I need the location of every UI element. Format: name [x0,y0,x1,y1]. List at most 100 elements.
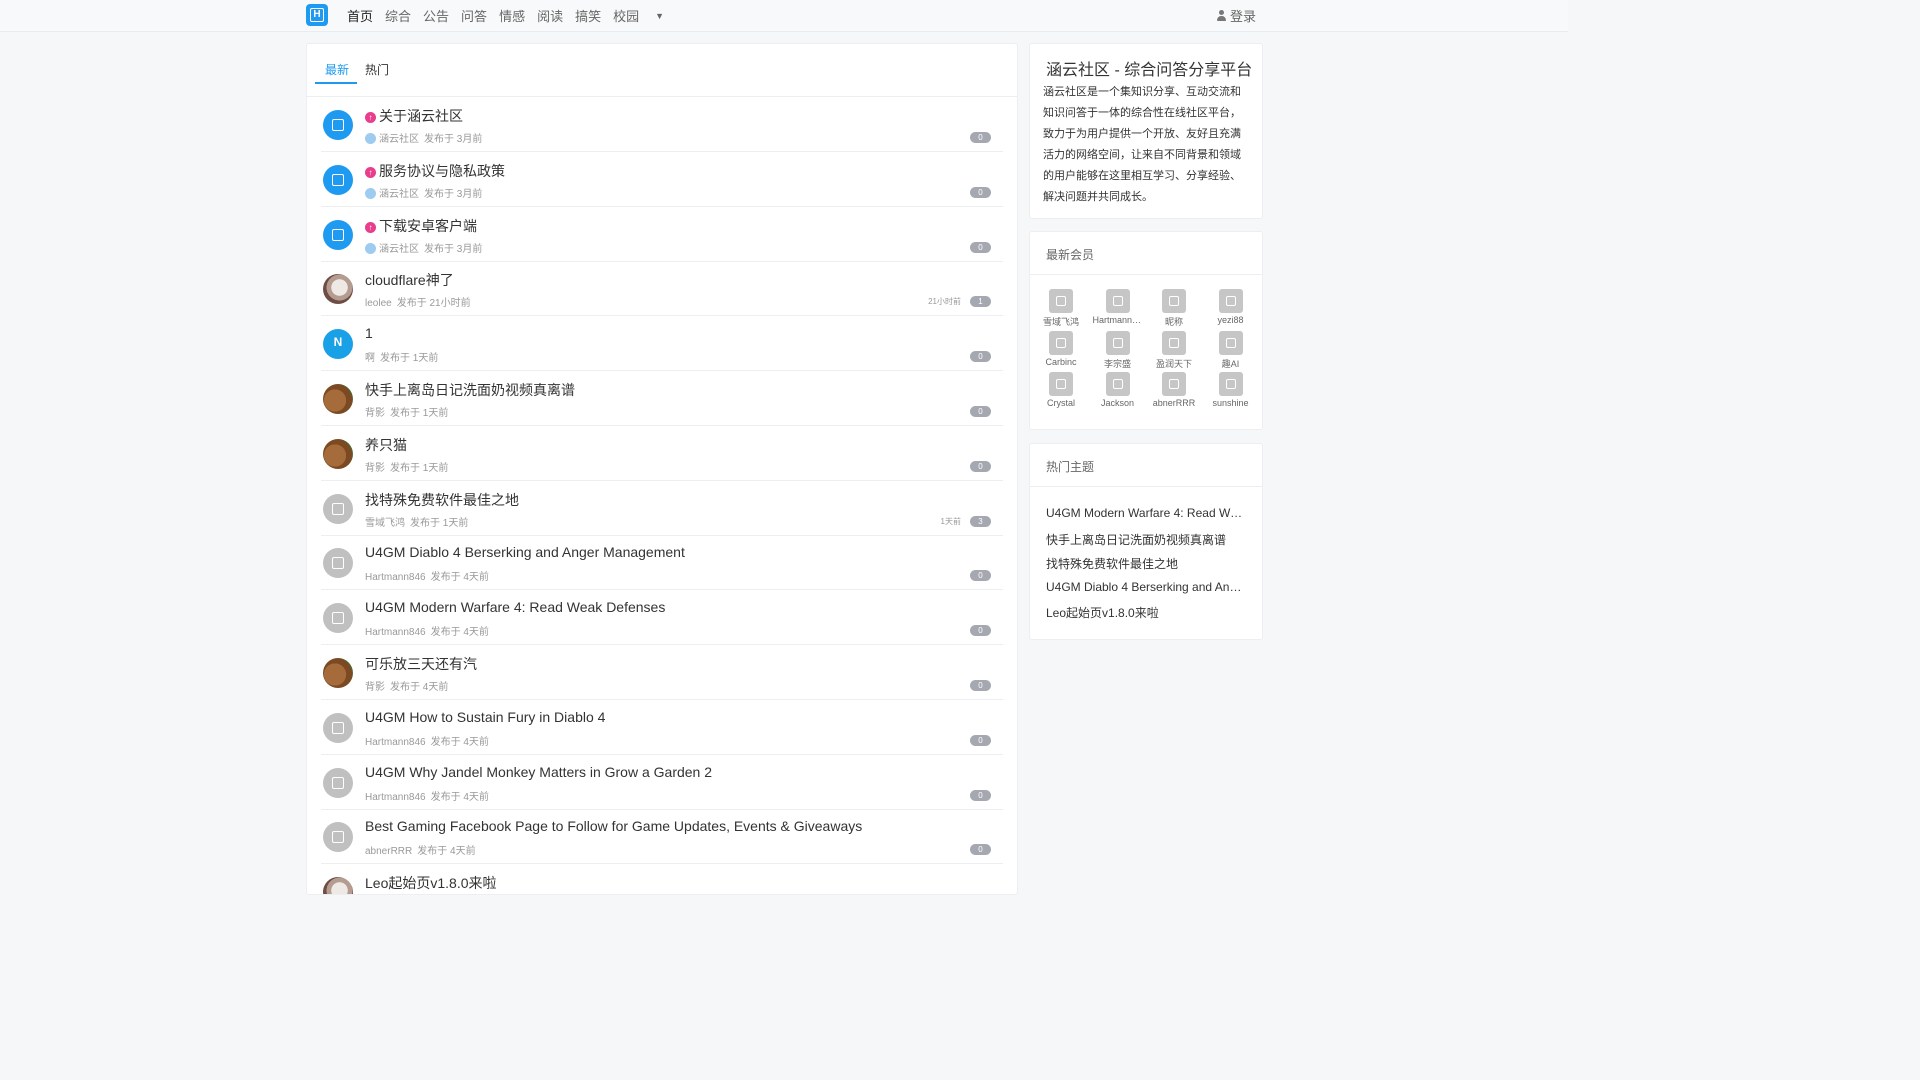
topic-title-text[interactable]: U4GM Diablo 4 Berserking and Anger Manag… [365,544,685,560]
member-item[interactable]: 昵称 [1149,289,1199,327]
hot-topic-link[interactable]: U4GM Modern Warfare 4: Read Weak Defense… [1046,506,1246,520]
member-item[interactable]: yezi88 [1206,289,1256,327]
hot-topic-link[interactable]: Leo起始页v1.8.0来啦 [1046,604,1246,621]
topic-title[interactable]: Best Gaming Facebook Page to Follow for … [365,818,862,834]
author-avatar[interactable] [323,219,353,250]
member-item[interactable]: Crystal [1036,372,1086,410]
topic-title-text[interactable]: 找特殊免费软件最佳之地 [365,492,519,508]
topic-title[interactable]: U4GM Modern Warfare 4: Read Weak Defense… [365,599,665,615]
topic-title-text[interactable]: 养只猫 [365,437,407,453]
topic-row[interactable]: ↑ 下载安卓客户端 涵云社区 发布于 3月前 0 [321,207,1003,262]
nav-reading[interactable]: 阅读 [537,6,563,25]
author-avatar[interactable] [323,274,353,305]
member-item[interactable]: sunshine [1206,372,1256,410]
topic-row[interactable]: cloudflare神了 leolee 发布于 21小时前 21小时前 1 [321,261,1003,317]
topic-row[interactable]: 快手上离岛日记洗面奶视频真离谱 背影 发布于 1天前 0 [321,371,1003,426]
author-name[interactable]: 背影 [365,463,385,474]
member-item[interactable]: 趣AI [1206,330,1256,369]
topic-title-text[interactable]: 可乐放三天还有汽 [365,656,477,672]
tab-hot[interactable]: 热门 [365,61,389,78]
author-avatar[interactable] [323,603,353,634]
member-item[interactable]: 雪域飞鸿 [1036,289,1086,327]
author-name[interactable]: Hartmann846 [365,792,426,803]
topic-title-text[interactable]: U4GM Modern Warfare 4: Read Weak Defense… [365,599,665,615]
topic-row[interactable]: U4GM Why Jandel Monkey Matters in Grow a… [321,755,1003,810]
member-item[interactable]: Jackson [1093,372,1143,410]
nav-announcements[interactable]: 公告 [423,6,449,25]
author-name[interactable]: 背影 [365,682,385,693]
topic-row[interactable]: U4GM How to Sustain Fury in Diablo 4 Hart… [321,700,1003,755]
author-avatar[interactable] [323,712,353,743]
hot-topic-link[interactable]: U4GM Diablo 4 Berserking and Anger Manag… [1046,580,1246,594]
author-avatar[interactable] [323,384,353,414]
topic-row[interactable]: ↑ 服务协议与隐私政策 涵云社区 发布于 3月前 0 [321,152,1003,207]
topic-title[interactable]: U4GM How to Sustain Fury in Diablo 4 [365,709,605,725]
nav-campus[interactable]: 校园 [613,6,639,25]
topic-row[interactable]: U4GM Diablo 4 Berserking and Anger Manag… [321,535,1003,591]
topic-row[interactable]: 可乐放三天还有汽 背影 发布于 4天前 0 [321,645,1003,700]
author-avatar[interactable] [323,164,353,195]
nav-home[interactable]: 首页 [347,6,373,25]
topic-title-text[interactable]: 关于涵云社区 [379,108,463,124]
author-avatar[interactable] [323,438,353,469]
author-avatar[interactable] [323,658,353,688]
topic-title-text[interactable]: cloudflare神了 [365,272,454,288]
author-name[interactable]: Hartmann846 [365,572,426,583]
author-avatar[interactable] [323,822,353,853]
topic-row[interactable]: 找特殊免费软件最佳之地 雪域飞鸿 发布于 1天前 1天前 3 [321,481,1003,536]
hot-topic-link[interactable]: 快手上离岛日记洗面奶视频真离谱 [1046,531,1246,548]
topic-title[interactable]: 快手上离岛日记洗面奶视频真离谱 [365,380,575,400]
topic-title-text[interactable]: U4GM How to Sustain Fury in Diablo 4 [365,709,605,725]
member-item[interactable]: abnerRRR [1149,372,1199,410]
topic-title[interactable]: Leo起始页v1.8.0来啦 [365,873,497,893]
author-name[interactable]: Hartmann846 [365,737,426,748]
site-logo-icon[interactable]: H [306,4,328,26]
author-avatar[interactable] [323,548,353,579]
topic-title-text[interactable]: Best Gaming Facebook Page to Follow for … [365,818,862,834]
topic-title[interactable]: 养只猫 [365,435,407,455]
topic-row[interactable]: U4GM Modern Warfare 4: Read Weak Defense… [321,590,1003,646]
author-name[interactable]: 涵云社区 [379,189,419,200]
more-dropdown-icon[interactable]: ▼ [655,11,664,21]
topic-title[interactable]: cloudflare神了 [365,270,454,290]
member-item[interactable]: Hartmann846 [1093,289,1143,327]
author-avatar[interactable] [323,493,353,524]
author-avatar[interactable]: N [323,329,353,360]
topic-title[interactable]: ↑ 服务协议与隐私政策 [365,161,505,181]
topic-title-text[interactable]: 下载安卓客户端 [379,218,477,234]
topic-title-text[interactable]: 服务协议与隐私政策 [379,163,505,179]
topic-title-text[interactable]: Leo起始页v1.8.0来啦 [365,875,497,891]
nav-general[interactable]: 综合 [385,6,411,25]
author-avatar[interactable] [323,767,353,798]
member-item[interactable]: Carbinc [1036,330,1086,369]
author-name[interactable]: Hartmann846 [365,627,426,638]
nav-qa[interactable]: 问答 [461,6,487,25]
topic-title[interactable]: ↑ 下载安卓客户端 [365,216,477,236]
topic-row[interactable]: Best Gaming Facebook Page to Follow for … [321,809,1003,865]
topic-title-text[interactable]: 1 [365,325,373,341]
topic-title[interactable]: 找特殊免费软件最佳之地 [365,490,519,510]
topic-title[interactable]: 1 [365,325,373,341]
author-avatar[interactable] [323,877,353,894]
topic-title-text[interactable]: 快手上离岛日记洗面奶视频真离谱 [365,382,575,398]
author-name[interactable]: leolee [365,298,392,309]
member-item[interactable]: 盈润天下 [1149,330,1199,369]
topic-title[interactable]: 可乐放三天还有汽 [365,654,477,674]
hot-topic-link[interactable]: 找特殊免费软件最佳之地 [1046,555,1246,572]
nav-funny[interactable]: 搞笑 [575,6,601,25]
tab-latest[interactable]: 最新 [325,61,349,78]
login-button[interactable]: 登录 [1217,0,1256,31]
author-name[interactable]: 涵云社区 [379,244,419,255]
topic-row[interactable]: N 1 啊发布于 1天前 0 [321,316,1003,372]
author-name[interactable]: 啊 [365,353,375,364]
nav-emotion[interactable]: 情感 [499,6,525,25]
topic-title[interactable]: U4GM Diablo 4 Berserking and Anger Manag… [365,544,685,560]
author-name[interactable]: 背影 [365,408,385,419]
author-avatar[interactable] [323,110,353,140]
topic-title[interactable]: ↑ 关于涵云社区 [365,106,463,126]
member-item[interactable]: 李宗盛 [1093,330,1143,369]
author-name[interactable]: 雪域飞鸿 [365,518,405,529]
topic-row[interactable]: 养只猫 背影 发布于 1天前 0 [321,426,1003,481]
topic-row[interactable]: Leo起始页v1.8.0来啦 [321,864,1003,894]
author-name[interactable]: 涵云社区 [379,134,419,145]
